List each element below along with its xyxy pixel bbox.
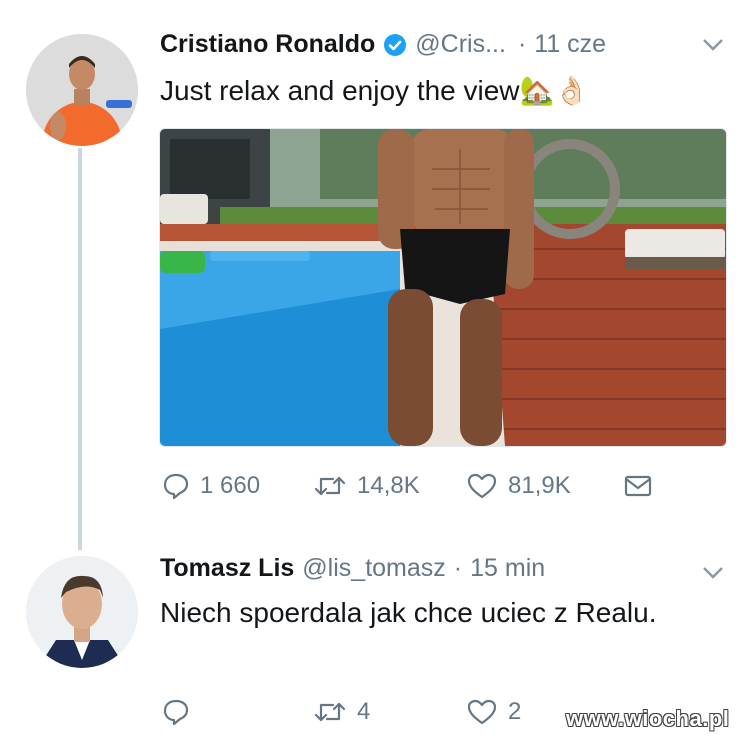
thread-line [78,148,82,550]
tweet-timestamp[interactable]: 15 min [470,554,545,583]
like-icon [466,472,508,500]
retweet-action[interactable]: 4 [313,698,370,726]
chevron-down-icon[interactable] [702,38,724,57]
separator-dot: · [453,554,463,582]
retweet-count: 14,8K [357,472,420,499]
tweet-media-image[interactable] [159,128,727,447]
like-count: 81,9K [508,472,571,499]
reply-action[interactable]: 1 660 [162,472,260,500]
tweet-text: Niech spoerdala jak chce uciec z Realu. [160,597,657,628]
chevron-down-icon[interactable] [702,566,724,585]
like-action[interactable]: 2 [466,698,521,726]
retweet-icon [313,472,357,500]
author-handle[interactable]: @lis_tomasz [302,554,445,583]
verified-badge-icon [383,33,407,57]
like-action[interactable]: 81,9K [466,472,571,500]
author-handle[interactable]: @Cris... [415,30,506,59]
retweet-action[interactable]: 14,8K [313,472,420,500]
tweet-timestamp[interactable]: 11 cze [534,30,606,59]
retweet-icon [313,698,357,726]
reply-icon [162,472,200,500]
like-icon [466,698,508,726]
avatar-cristiano[interactable] [26,34,138,146]
message-icon[interactable] [624,474,662,498]
separator-dot: · [517,30,527,58]
avatar-tomasz[interactable] [26,556,138,668]
reply-count: 1 660 [200,472,261,499]
watermark: www.wiocha.pl [566,706,730,731]
reply-icon [162,698,200,726]
reply-action[interactable] [162,698,200,726]
retweet-count: 4 [357,698,371,725]
like-count: 2 [508,698,522,725]
author-name[interactable]: Tomasz Lis [160,554,294,583]
tweet-text: Just relax and enjoy the view🏡👌🏻 [160,75,590,106]
author-name[interactable]: Cristiano Ronaldo [160,30,375,59]
